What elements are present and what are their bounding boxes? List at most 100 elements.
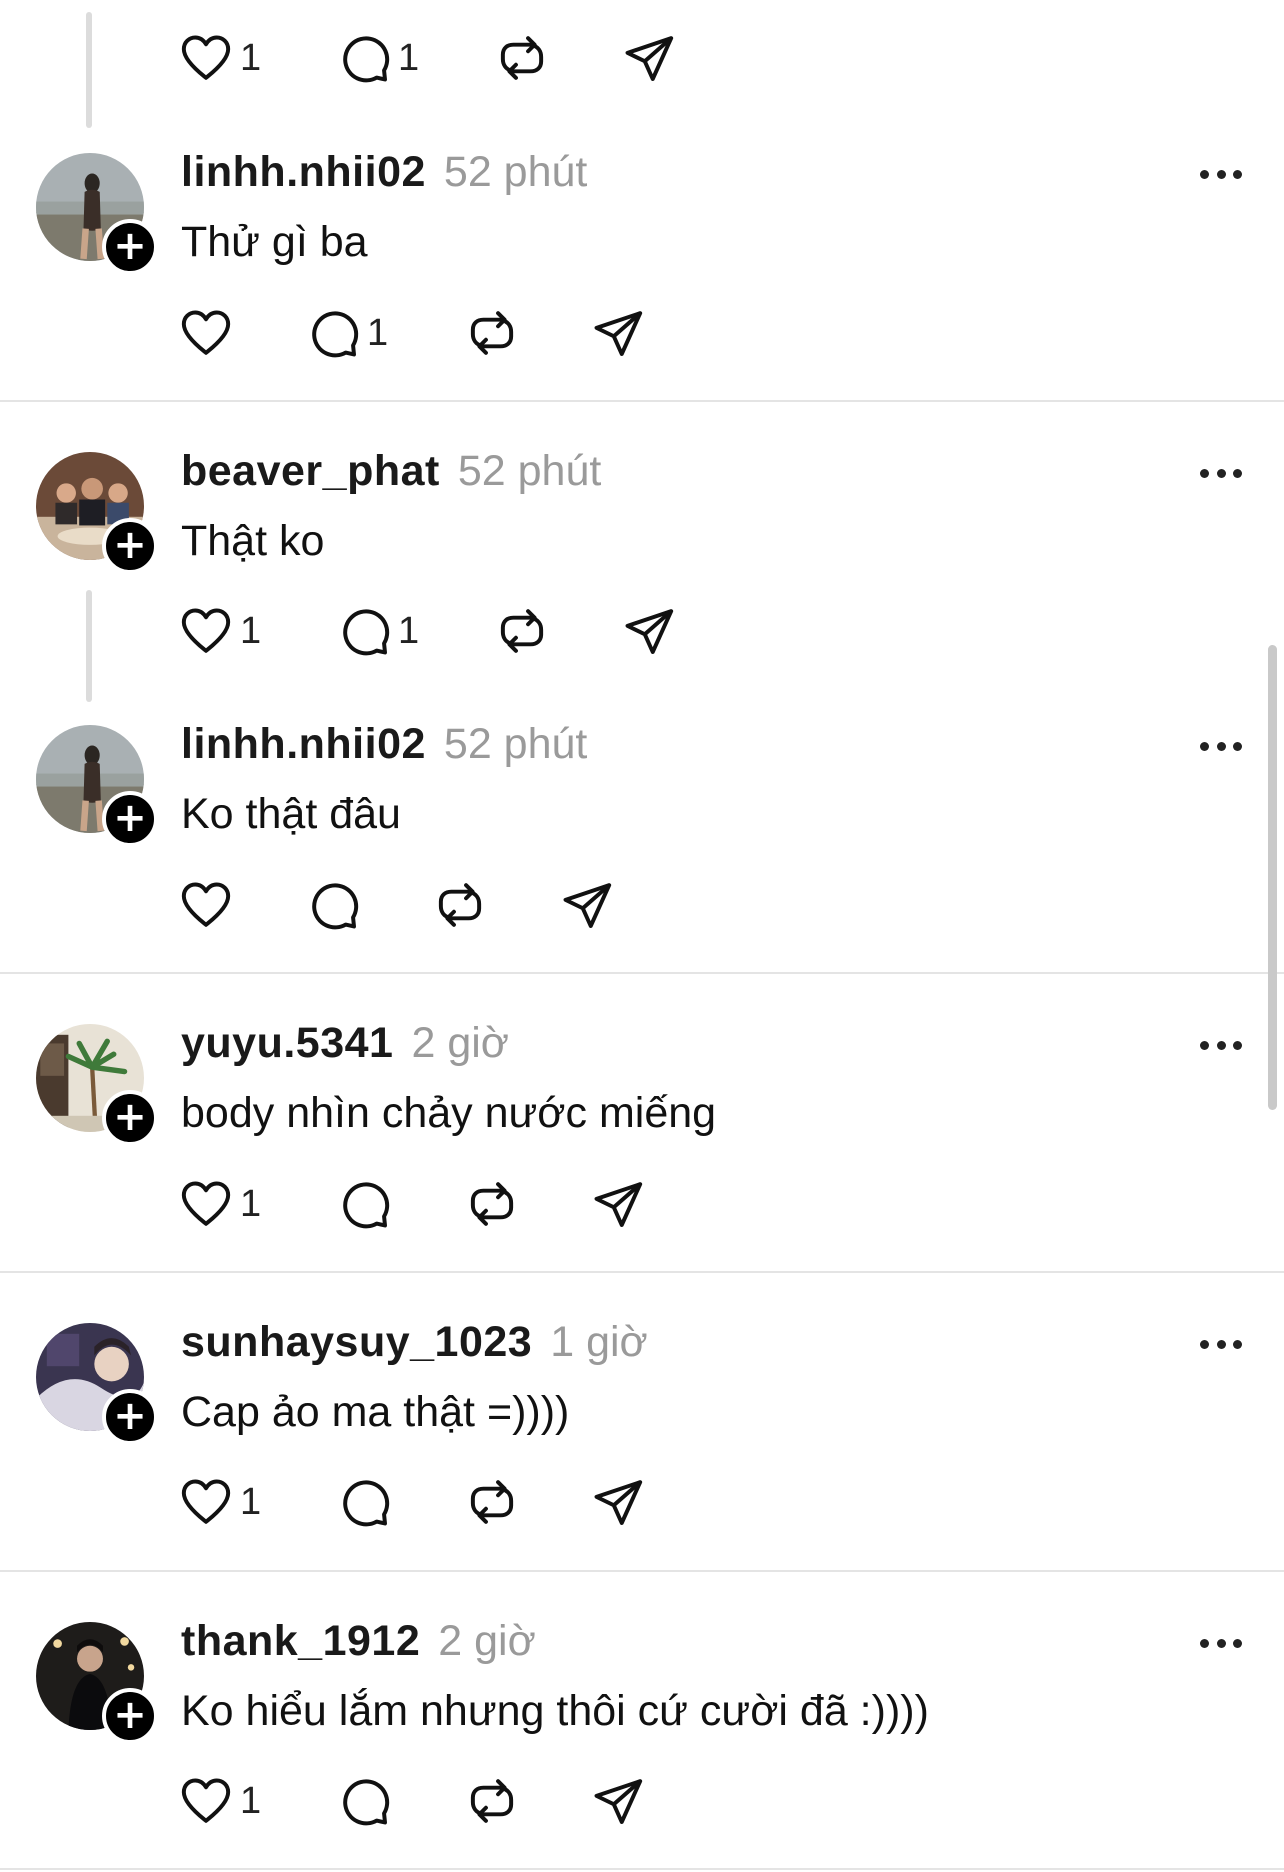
repost-button[interactable] <box>494 601 550 661</box>
like-count: 1 <box>240 1480 262 1523</box>
reply-button[interactable] <box>336 1472 392 1532</box>
heart-icon <box>178 603 234 659</box>
follow-plus-icon[interactable]: + <box>102 1688 158 1744</box>
thread-line <box>86 12 92 128</box>
comment-text: Thật ko <box>181 517 325 565</box>
divider <box>0 972 1284 974</box>
heart-icon <box>178 1474 234 1530</box>
more-options-icon[interactable] <box>1200 1039 1242 1051</box>
more-options-icon[interactable] <box>1200 1338 1242 1350</box>
comment-header: yuyu.5341 2 giờ <box>181 1019 509 1075</box>
like-button[interactable]: 1 <box>178 1174 261 1234</box>
follow-plus-icon[interactable]: + <box>102 791 158 847</box>
comment-header: linhh.nhii02 52 phút <box>181 148 587 204</box>
share-button[interactable] <box>621 601 677 661</box>
share-button[interactable] <box>590 1174 646 1234</box>
repost-icon <box>464 305 520 361</box>
avatar[interactable]: + <box>36 1622 158 1744</box>
share-button[interactable] <box>559 875 615 935</box>
reply-count: 1 <box>398 36 420 79</box>
avatar[interactable]: + <box>36 725 158 847</box>
repost-button[interactable] <box>494 28 550 88</box>
comment-bubble-icon <box>305 305 361 361</box>
heart-icon <box>178 305 234 361</box>
comment-header: sunhaysuy_1023 1 giờ <box>181 1318 648 1374</box>
send-icon <box>559 877 615 933</box>
username[interactable]: beaver_phat <box>181 447 440 495</box>
follow-plus-icon[interactable]: + <box>102 1090 158 1146</box>
follow-plus-icon[interactable]: + <box>102 1389 158 1445</box>
repost-icon <box>464 1773 520 1829</box>
avatar[interactable]: + <box>36 1323 158 1445</box>
username[interactable]: sunhaysuy_1023 <box>181 1318 532 1366</box>
thread-line <box>86 590 92 702</box>
heart-icon <box>178 1176 234 1232</box>
divider <box>0 1868 1284 1870</box>
like-button[interactable] <box>178 303 234 363</box>
comment-text: Cap ảo ma thật =)))) <box>181 1388 570 1436</box>
more-options-icon[interactable] <box>1200 1637 1242 1649</box>
more-options-icon[interactable] <box>1200 740 1242 752</box>
repost-icon <box>494 30 550 86</box>
share-button[interactable] <box>590 1472 646 1532</box>
avatar[interactable]: + <box>36 1024 158 1146</box>
divider <box>0 400 1284 402</box>
timestamp: 52 phút <box>457 447 602 495</box>
reply-button[interactable] <box>305 875 361 935</box>
like-count: 1 <box>240 1779 262 1822</box>
heart-icon <box>178 877 234 933</box>
comment-header: linhh.nhii02 52 phút <box>181 720 587 776</box>
divider <box>0 1271 1284 1273</box>
reply-button[interactable]: 1 <box>336 601 419 661</box>
share-button[interactable] <box>590 1771 646 1831</box>
avatar[interactable]: + <box>36 153 158 275</box>
send-icon <box>621 603 677 659</box>
scrollbar[interactable] <box>1268 645 1277 1110</box>
like-count: 1 <box>240 36 262 79</box>
repost-button[interactable] <box>464 303 520 363</box>
share-button[interactable] <box>590 303 646 363</box>
reply-button[interactable] <box>336 1174 392 1234</box>
username[interactable]: yuyu.5341 <box>181 1019 393 1067</box>
share-button[interactable] <box>621 28 677 88</box>
comment-bubble-icon <box>305 877 361 933</box>
like-button[interactable]: 1 <box>178 601 261 661</box>
comment-bubble-icon <box>336 30 392 86</box>
follow-plus-icon[interactable]: + <box>102 518 158 574</box>
comment-text: body nhìn chảy nước miếng <box>181 1089 717 1137</box>
repost-button[interactable] <box>464 1472 520 1532</box>
comment-bubble-icon <box>336 1474 392 1530</box>
timestamp: 2 giờ <box>411 1019 509 1067</box>
timestamp: 52 phút <box>443 720 588 768</box>
repost-icon <box>464 1176 520 1232</box>
like-count: 1 <box>240 1182 262 1225</box>
avatar[interactable]: + <box>36 452 158 574</box>
username[interactable]: linhh.nhii02 <box>181 720 426 768</box>
send-icon <box>621 30 677 86</box>
repost-icon <box>494 603 550 659</box>
like-button[interactable]: 1 <box>178 28 261 88</box>
more-options-icon[interactable] <box>1200 168 1242 180</box>
more-options-icon[interactable] <box>1200 467 1242 479</box>
reply-button[interactable] <box>336 1771 392 1831</box>
username[interactable]: thank_1912 <box>181 1617 420 1665</box>
repost-button[interactable] <box>432 875 488 935</box>
comment-header: beaver_phat 52 phút <box>181 447 601 503</box>
divider <box>0 1570 1284 1572</box>
heart-icon <box>178 30 234 86</box>
reply-button[interactable]: 1 <box>305 303 388 363</box>
comment-header: thank_1912 2 giờ <box>181 1617 536 1673</box>
username[interactable]: linhh.nhii02 <box>181 148 426 196</box>
comment-bubble-icon <box>336 1176 392 1232</box>
like-button[interactable]: 1 <box>178 1472 261 1532</box>
follow-plus-icon[interactable]: + <box>102 219 158 275</box>
reply-button[interactable]: 1 <box>336 28 419 88</box>
like-button[interactable]: 1 <box>178 1771 261 1831</box>
repost-icon <box>464 1474 520 1530</box>
timestamp: 1 giờ <box>550 1318 648 1366</box>
comment-text: Ko hiểu lắm nhưng thôi cứ cười đã :)))) <box>181 1687 929 1735</box>
comment-text: Thử gì ba <box>181 218 368 266</box>
repost-button[interactable] <box>464 1771 520 1831</box>
repost-button[interactable] <box>464 1174 520 1234</box>
like-button[interactable] <box>178 875 234 935</box>
